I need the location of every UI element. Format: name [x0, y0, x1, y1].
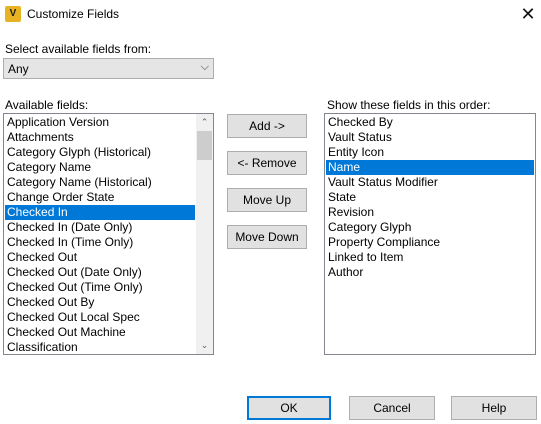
available-field-item[interactable]: Checked Out Local Spec: [5, 310, 195, 325]
available-field-item[interactable]: Checked Out (Date Only): [5, 265, 195, 280]
scrollbar-thumb[interactable]: [197, 131, 212, 160]
available-field-item[interactable]: Checked In: [5, 205, 195, 220]
available-field-item[interactable]: Category Name (Historical): [5, 175, 195, 190]
available-field-item[interactable]: Classification: [5, 340, 195, 354]
source-dropdown[interactable]: Any ⌵: [3, 58, 214, 79]
close-icon[interactable]: ✕: [516, 3, 540, 25]
cancel-button[interactable]: Cancel: [349, 396, 435, 420]
shown-field-item[interactable]: Category Glyph: [326, 220, 534, 235]
available-field-item[interactable]: Checked In (Date Only): [5, 220, 195, 235]
available-field-item[interactable]: Change Order State: [5, 190, 195, 205]
ok-button[interactable]: OK: [247, 396, 331, 420]
shown-fields-label: Show these fields in this order:: [327, 98, 491, 112]
shown-field-item[interactable]: Checked By: [326, 115, 534, 130]
help-button[interactable]: Help: [451, 396, 537, 420]
shown-field-item[interactable]: Vault Status Modifier: [326, 175, 534, 190]
remove-button[interactable]: <- Remove: [227, 151, 307, 175]
chevron-down-icon: ⌵: [200, 61, 209, 73]
available-fields-scrollbar[interactable]: ⌃ ⌄: [196, 114, 213, 354]
available-field-item[interactable]: Application Version: [5, 115, 195, 130]
shown-field-item[interactable]: Vault Status: [326, 130, 534, 145]
scroll-up-icon[interactable]: ⌃: [196, 114, 213, 131]
shown-fields-list[interactable]: Checked By Vault Status Entity Icon Name Vau…: [324, 113, 536, 355]
move-up-button[interactable]: Move Up: [227, 188, 307, 212]
shown-field-item[interactable]: Author: [326, 265, 534, 280]
shown-field-item[interactable]: Entity Icon: [326, 145, 534, 160]
move-down-button[interactable]: Move Down: [227, 225, 307, 249]
window-title: Customize Fields: [27, 7, 120, 21]
shown-field-item[interactable]: Linked to Item: [326, 250, 534, 265]
available-fields-label: Available fields:: [5, 98, 89, 112]
source-dropdown-value: Any: [8, 62, 29, 76]
add-button[interactable]: Add ->: [227, 114, 307, 138]
shown-field-item[interactable]: Revision: [326, 205, 534, 220]
scroll-down-icon[interactable]: ⌄: [196, 337, 213, 354]
available-field-item[interactable]: Category Name: [5, 160, 195, 175]
shown-field-item[interactable]: Property Compliance: [326, 235, 534, 250]
available-field-item[interactable]: Category Glyph (Historical): [5, 145, 195, 160]
available-field-item[interactable]: Checked Out (Time Only): [5, 280, 195, 295]
source-label: Select available fields from:: [5, 42, 152, 56]
vault-app-icon: V: [5, 6, 21, 22]
available-field-item[interactable]: Checked Out: [5, 250, 195, 265]
available-field-item[interactable]: Checked Out Machine: [5, 325, 195, 340]
available-field-item[interactable]: Attachments: [5, 130, 195, 145]
shown-field-item[interactable]: State: [326, 190, 534, 205]
available-field-item[interactable]: Checked Out By: [5, 295, 195, 310]
title-bar: V Customize Fields ✕: [0, 0, 541, 30]
shown-field-item[interactable]: Name: [326, 160, 534, 175]
available-fields-list[interactable]: Application Version Attachments Category G…: [3, 113, 214, 355]
available-field-item[interactable]: Checked In (Time Only): [5, 235, 195, 250]
